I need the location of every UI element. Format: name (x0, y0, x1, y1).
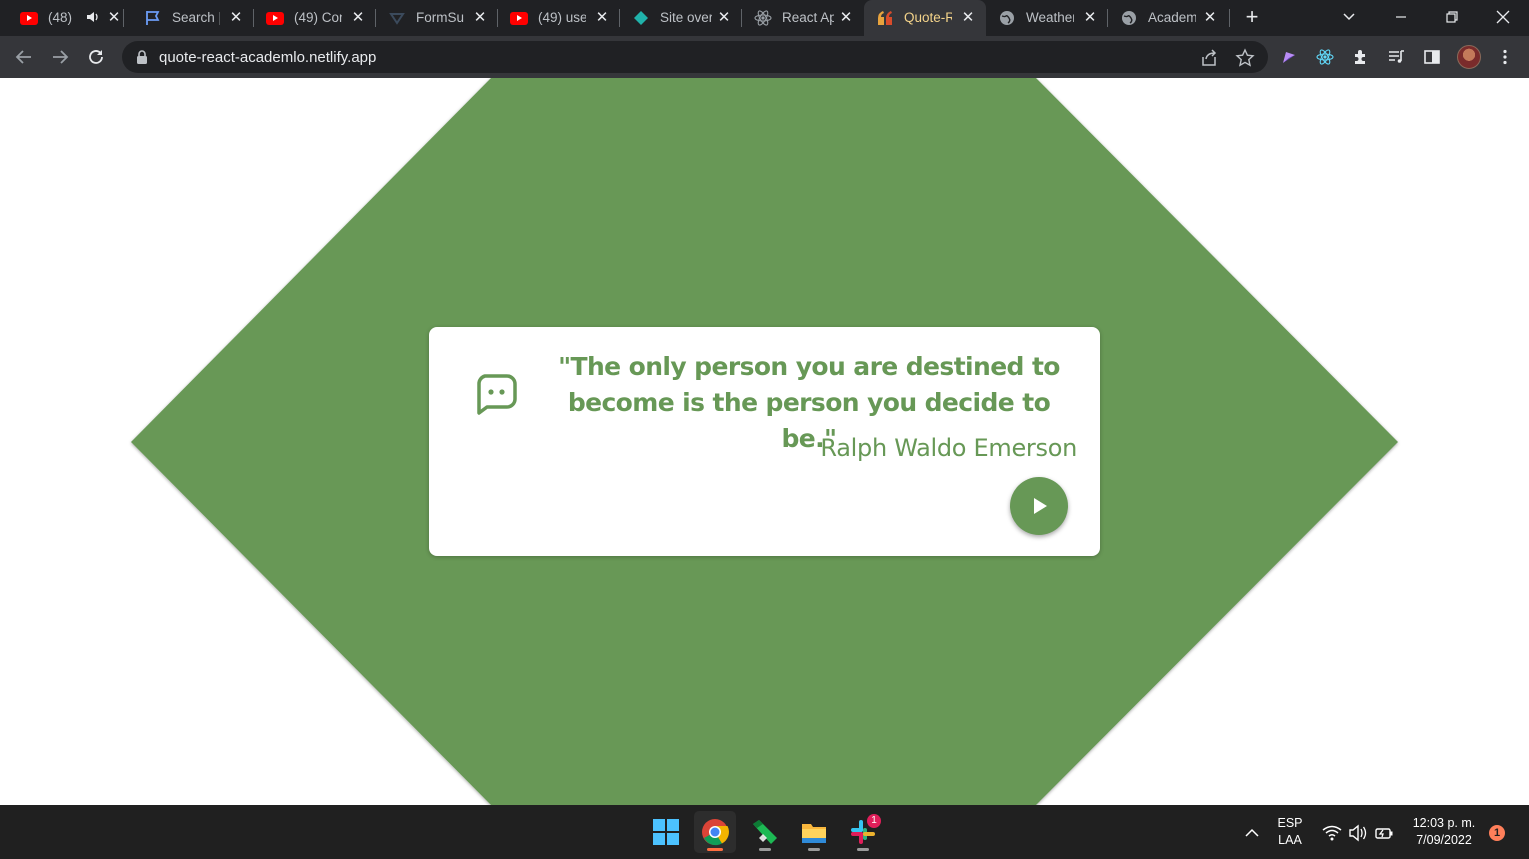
tab-youtube-48[interactable]: (48) ✕ (8, 0, 124, 36)
tab-youtube-49-con[interactable]: (49) Con ✕ (254, 0, 376, 36)
slack-taskbar-button[interactable]: 1 (842, 811, 884, 853)
react-icon (754, 9, 772, 27)
quote-card: "The only person you are destined to bec… (429, 327, 1100, 556)
close-tab-icon[interactable]: ✕ (837, 9, 855, 27)
windows-start-icon (653, 819, 679, 845)
tab-quote-react[interactable]: Quote-R ✕ (864, 0, 986, 36)
quote-author: Ralph Waldo Emerson (820, 434, 1077, 462)
lock-icon[interactable] (136, 50, 148, 64)
windows-taskbar: 1 ESP LAA 12:03 p. m. 7/09/2022 1 (0, 805, 1529, 859)
tab-title: (49) usel (538, 10, 586, 25)
tab-title: Academ (1148, 10, 1196, 25)
youtube-icon (510, 9, 528, 27)
slack-badge: 1 (867, 814, 881, 828)
wifi-icon (1322, 825, 1342, 841)
language-indicator[interactable]: ESP LAA (1270, 815, 1310, 849)
close-tab-icon[interactable]: ✕ (349, 9, 367, 27)
clock-time: 12:03 p. m. (1412, 816, 1476, 830)
close-tab-icon[interactable]: ✕ (227, 9, 245, 27)
tab-academlo[interactable]: Academ ✕ (1108, 0, 1230, 36)
tab-title: Quote-R (904, 10, 952, 25)
tab-weather[interactable]: Weather ✕ (986, 0, 1108, 36)
volume-icon (1349, 824, 1367, 842)
green-app-taskbar-button[interactable] (744, 811, 786, 853)
back-button[interactable] (11, 44, 37, 70)
youtube-icon (266, 9, 284, 27)
chrome-taskbar-button[interactable] (694, 811, 736, 853)
share-icon[interactable] (1199, 48, 1219, 68)
language-line1: ESP (1277, 816, 1303, 830)
file-explorer-taskbar-button[interactable] (793, 811, 835, 853)
tab-site-overview[interactable]: Site over ✕ (620, 0, 742, 36)
address-bar[interactable]: quote-react-academlo.netlify.app (122, 41, 1268, 73)
tab-title: (48) (48, 10, 73, 25)
minimize-button[interactable] (1386, 4, 1416, 30)
chrome-icon (702, 819, 729, 846)
tab-title: FormSub (416, 10, 464, 25)
tab-search-dropdown-icon[interactable] (1334, 4, 1364, 30)
close-tab-icon[interactable]: ✕ (1201, 9, 1219, 27)
close-tab-icon[interactable]: ✕ (715, 9, 733, 27)
battery-icon (1375, 828, 1393, 839)
browser-toolbar: quote-react-academlo.netlify.app (0, 36, 1529, 78)
chat-bubble-icon (473, 372, 519, 416)
close-tab-icon[interactable]: ✕ (105, 9, 123, 27)
clock-date: 7/09/2022 (1416, 833, 1472, 847)
next-quote-button[interactable] (1010, 477, 1068, 535)
language-line2: LAA (1278, 833, 1302, 847)
tab-youtube-49-usel[interactable]: (49) usel ✕ (498, 0, 620, 36)
more-menu-icon[interactable] (1495, 47, 1515, 67)
start-button[interactable] (645, 811, 687, 853)
tab-title: React Ap (782, 10, 834, 25)
tab-formsubmit[interactable]: FormSub ✕ (376, 0, 498, 36)
file-explorer-icon (802, 824, 826, 843)
restore-button[interactable] (1437, 4, 1467, 30)
web-page: "The only person you are destined to bec… (0, 78, 1529, 805)
globe-icon (1120, 9, 1138, 27)
close-window-button[interactable] (1488, 4, 1518, 30)
tab-strip: (48) ✕ Search | ✕ (49) Con ✕ FormSub ✕ (… (0, 0, 1529, 36)
clock[interactable]: 12:03 p. m. 7/09/2022 (1405, 815, 1483, 849)
quote-icon (876, 9, 894, 27)
youtube-icon (20, 9, 38, 27)
reload-button[interactable] (83, 44, 109, 70)
netlify-icon (632, 9, 650, 27)
extensions-puzzle-icon[interactable] (1351, 47, 1371, 67)
show-hidden-icons-button[interactable] (1243, 824, 1261, 842)
notification-badge[interactable]: 1 (1489, 825, 1505, 841)
close-tab-icon[interactable]: ✕ (1081, 9, 1099, 27)
tab-search[interactable]: Search | ✕ (132, 0, 254, 36)
close-tab-icon[interactable]: ✕ (593, 9, 611, 27)
system-tray-status[interactable] (1322, 823, 1394, 843)
tab-title: Site over (660, 10, 712, 25)
react-devtools-icon[interactable] (1315, 47, 1335, 67)
extension-purple-icon[interactable] (1279, 47, 1299, 67)
reading-list-icon[interactable] (1386, 47, 1406, 67)
bookmark-star-icon[interactable] (1235, 48, 1255, 68)
forward-button[interactable] (47, 44, 73, 70)
flag-icon (144, 9, 162, 27)
close-tab-icon[interactable]: ✕ (471, 9, 489, 27)
chevron-up-icon (1245, 828, 1259, 837)
formsubmit-icon (388, 9, 406, 27)
tab-title: Search | (172, 10, 220, 25)
tab-title: Weather (1026, 10, 1074, 25)
close-tab-icon[interactable]: ✕ (959, 9, 977, 27)
tab-title: (49) Con (294, 10, 342, 25)
speaker-icon[interactable] (86, 10, 100, 24)
url-text[interactable]: quote-react-academlo.netlify.app (159, 49, 376, 66)
profile-avatar[interactable] (1457, 45, 1481, 69)
green-app-icon (753, 820, 777, 844)
new-tab-button[interactable]: + (1240, 6, 1264, 29)
globe-icon (998, 9, 1016, 27)
tab-react-app[interactable]: React Ap ✕ (742, 0, 864, 36)
side-panel-icon[interactable] (1422, 47, 1442, 67)
